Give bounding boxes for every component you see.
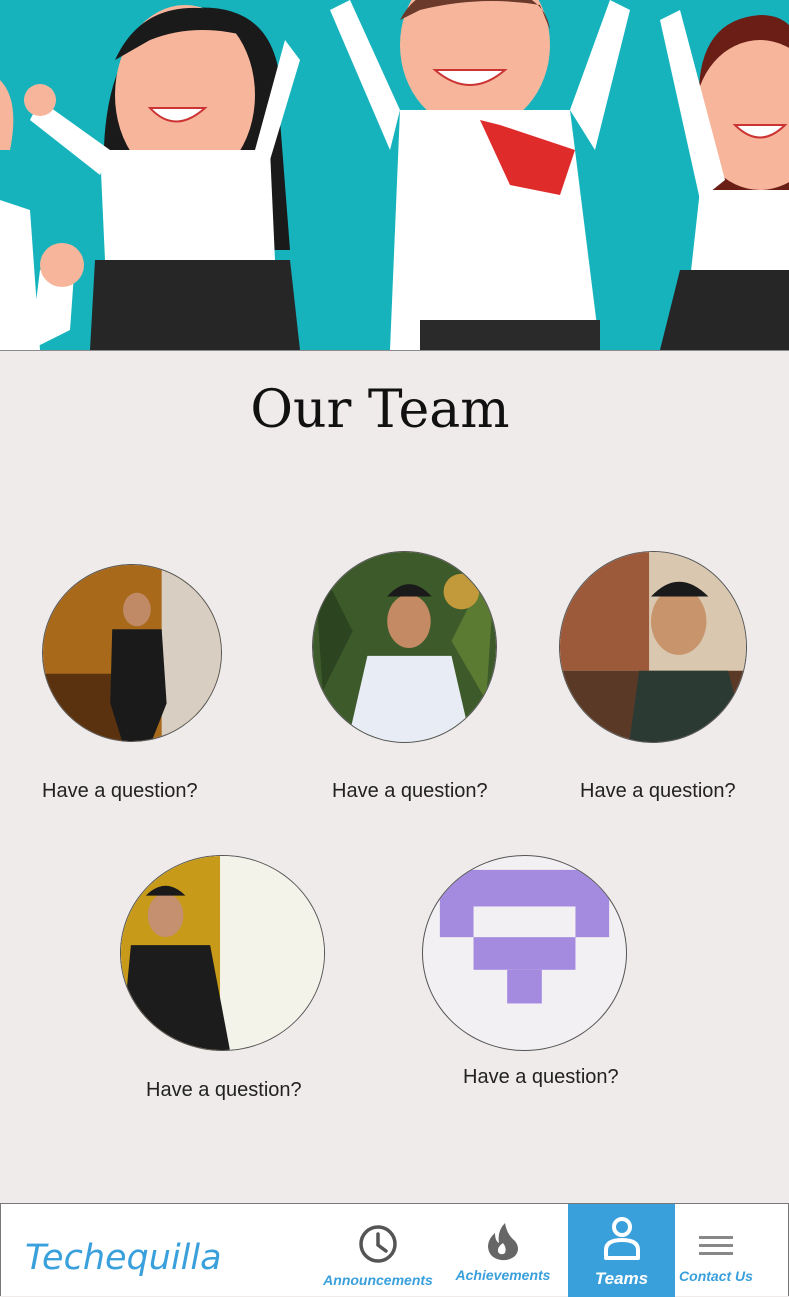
person-icon [603,1217,640,1260]
team-member-photo-1[interactable] [42,564,222,742]
menu-icon [699,1236,733,1255]
nav-label-achievements: Achievements [455,1267,551,1283]
nav-item-achievements[interactable]: Achievements [453,1204,553,1297]
nav-item-teams[interactable]: Teams [568,1204,675,1297]
team-member-caption-5: Have a question? [463,1066,619,1088]
team-member-caption-3: Have a question? [580,780,736,802]
bottom-navigation-bar: Techequilla Announcements Achievements T… [0,1203,789,1297]
nav-label-announcements: Announcements [323,1272,433,1288]
team-member-photo-4[interactable] [120,855,325,1051]
page-title: Our Team [250,380,510,440]
placeholder-pattern-icon [439,869,610,1004]
brand-logo-text[interactable]: Techequilla [25,1238,222,1278]
team-member-caption-2: Have a question? [332,780,488,802]
team-member-photo-3[interactable] [559,551,747,743]
hero-banner-image [0,0,789,351]
team-member-photo-5[interactable] [422,855,627,1051]
team-member-photo-2[interactable] [312,551,497,743]
nav-item-announcements[interactable]: Announcements [323,1204,433,1297]
flame-icon [488,1223,518,1261]
nav-label-contact-us: Contact Us [679,1268,753,1284]
nav-item-contact-us[interactable]: Contact Us [675,1204,757,1297]
team-member-caption-4: Have a question? [146,1079,302,1101]
clock-icon [359,1225,397,1263]
team-member-caption-1: Have a question? [42,780,198,802]
nav-label-teams: Teams [594,1269,649,1288]
